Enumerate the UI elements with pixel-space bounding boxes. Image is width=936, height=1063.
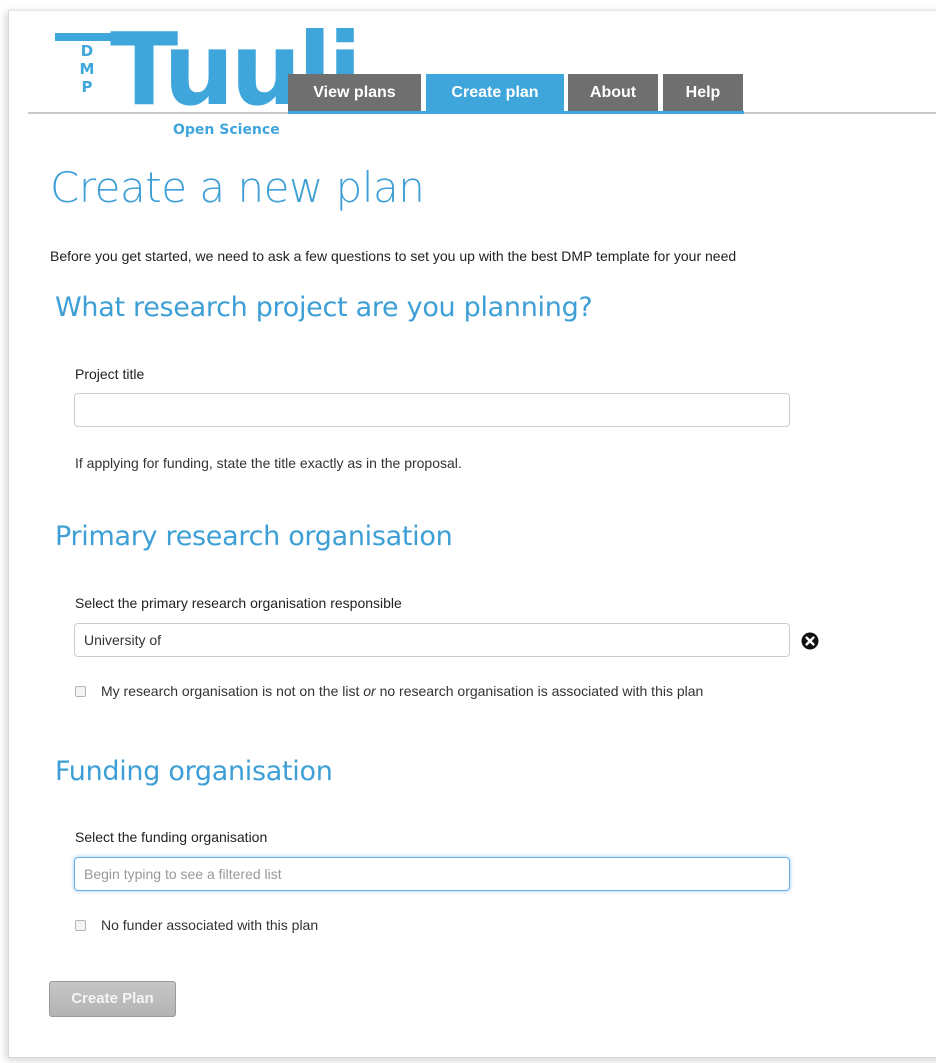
tab-view-plans[interactable]: View plans: [288, 74, 421, 111]
no-funder-label: No funder associated with this plan: [101, 917, 319, 933]
no-organisation-label-part1: My research organisation is not on the l…: [101, 683, 360, 699]
organisation-heading: Primary research organisation: [55, 521, 453, 552]
funding-input[interactable]: [74, 857, 790, 891]
organisation-input[interactable]: [74, 623, 790, 657]
project-title-label: Project title: [75, 366, 145, 382]
project-title-input[interactable]: [74, 393, 790, 427]
no-organisation-label-part2: no research organisation is associated w…: [379, 683, 704, 699]
page-title: Create a new plan: [50, 163, 425, 212]
organisation-label: Select the primary research organisation…: [75, 595, 402, 611]
funding-heading: Funding organisation: [55, 756, 333, 787]
times-circle-icon[interactable]: [801, 632, 819, 650]
logo-dmp-letter: P: [81, 78, 93, 96]
no-organisation-checkbox[interactable]: [75, 685, 86, 697]
no-organisation-label: My research organisation is not on the l…: [101, 683, 703, 699]
no-organisation-label-or: or: [363, 683, 376, 699]
nav-accent-line: [288, 111, 744, 114]
tab-help[interactable]: Help: [663, 74, 743, 111]
no-organisation-option[interactable]: My research organisation is not on the l…: [75, 683, 703, 699]
no-funder-checkbox[interactable]: [75, 919, 86, 931]
logo-dmp-letter: D: [80, 42, 94, 60]
tab-create-plan[interactable]: Create plan: [426, 74, 564, 111]
project-heading: What research project are you planning?: [55, 292, 593, 323]
intro-text: Before you get started, we need to ask a…: [50, 248, 737, 264]
logo-subtitle: Open Science: [173, 122, 280, 138]
project-title-help: If applying for funding, state the title…: [75, 455, 462, 471]
no-funder-option[interactable]: No funder associated with this plan: [75, 917, 318, 933]
logo-dmp-letter: M: [79, 60, 95, 78]
logo-dmp: D M P: [78, 42, 96, 96]
tab-about[interactable]: About: [568, 74, 658, 111]
create-plan-button[interactable]: Create Plan: [49, 981, 176, 1017]
funding-label: Select the funding organisation: [75, 829, 268, 845]
